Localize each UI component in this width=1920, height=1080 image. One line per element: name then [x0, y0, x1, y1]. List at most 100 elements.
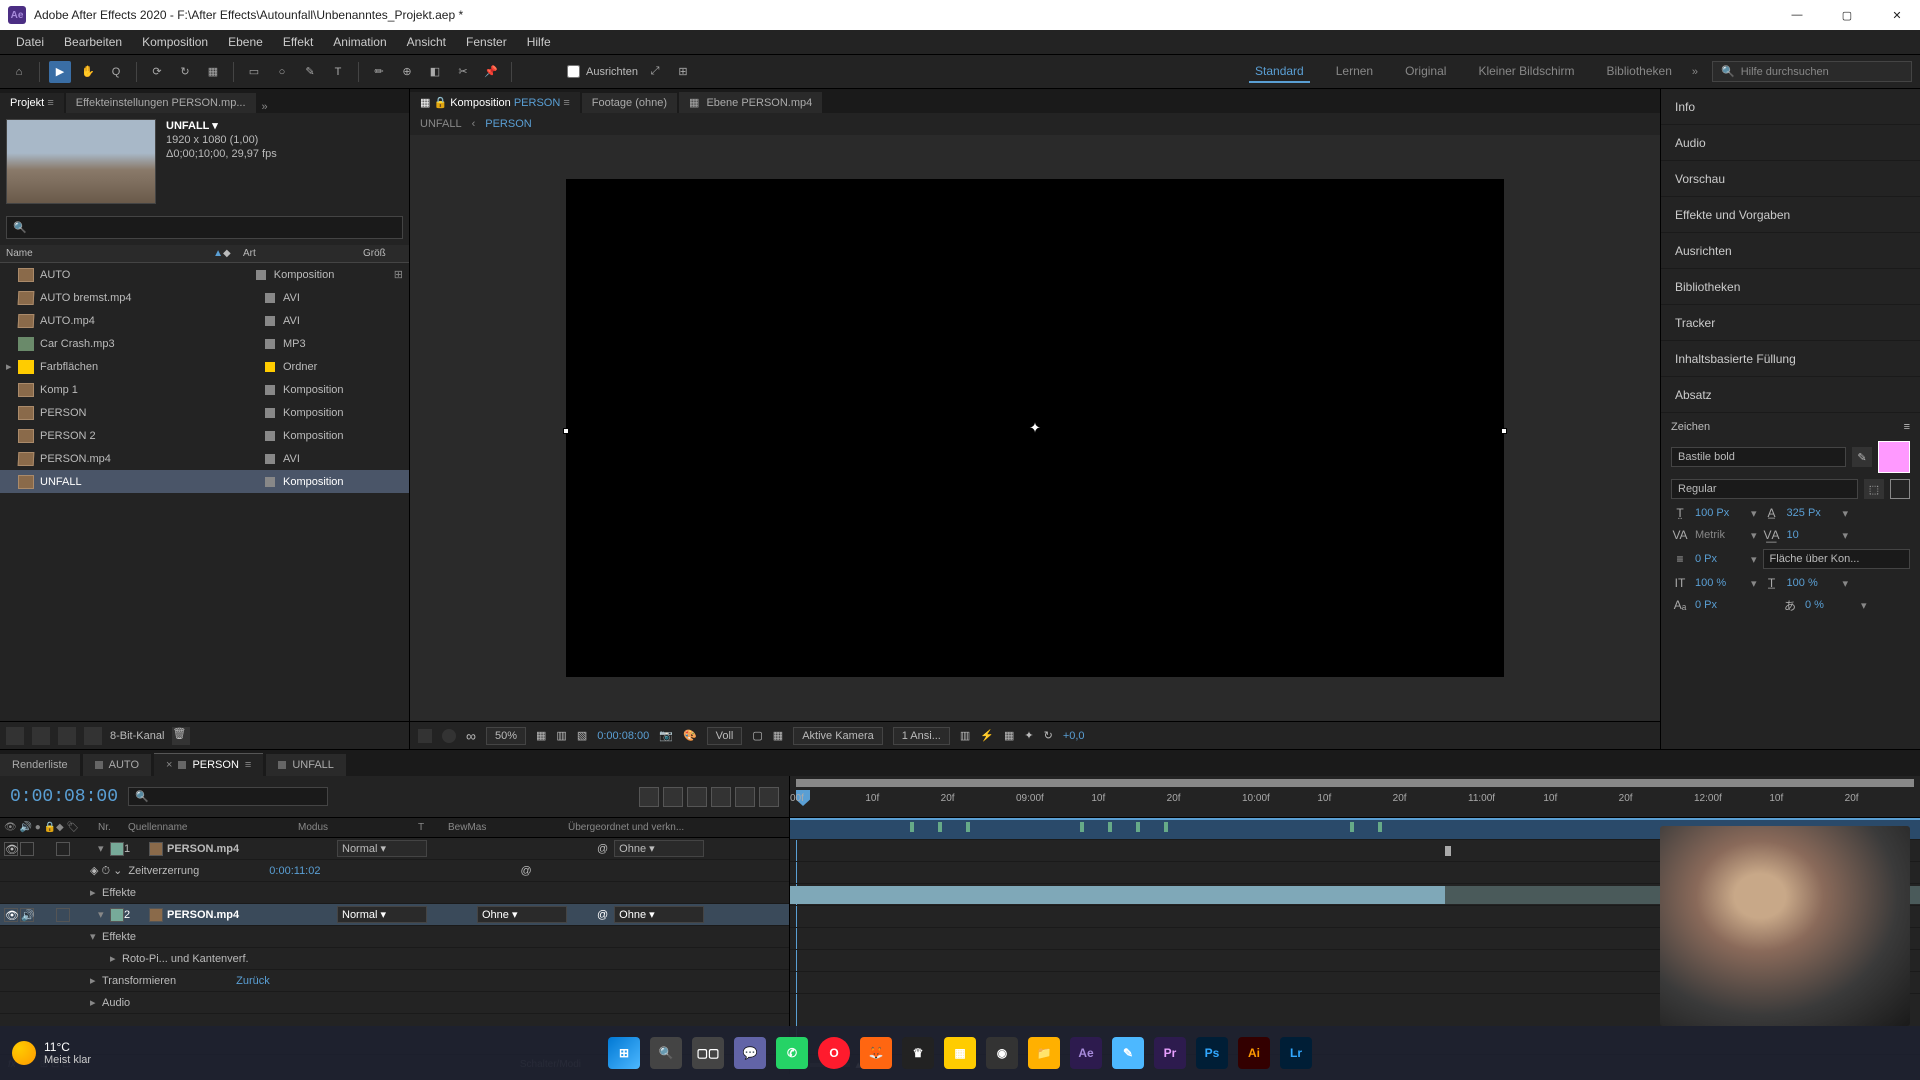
layer-bar-2[interactable] — [790, 886, 1445, 904]
current-time[interactable]: 0:00:08:00 — [10, 787, 118, 807]
maximize-button[interactable]: ▢ — [1832, 9, 1862, 22]
parent-dropdown[interactable]: Ohne ▾ — [614, 840, 704, 857]
panel-effects[interactable]: Effekte und Vorgaben — [1661, 197, 1920, 233]
premiere-button[interactable]: Pr — [1154, 1037, 1186, 1069]
tracking-value[interactable]: 10 — [1787, 529, 1837, 541]
audio-row[interactable]: ▸ Audio — [0, 992, 789, 1014]
timeline-button[interactable]: ▦ — [1004, 729, 1014, 742]
minimize-button[interactable]: — — [1782, 9, 1812, 22]
effects-row-1[interactable]: ▸ Effekte — [0, 882, 789, 904]
new-folder-button[interactable] — [32, 727, 50, 745]
viewer-time[interactable]: 0:00:08:00 — [597, 730, 649, 742]
timeline-search[interactable]: 🔍 — [128, 787, 328, 806]
twirl-icon[interactable]: ▸ — [90, 886, 102, 899]
work-area-bar[interactable] — [796, 779, 1914, 787]
twirl-icon[interactable]: ▾ — [98, 908, 110, 921]
footage-tab[interactable]: Footage (ohne) — [582, 93, 677, 113]
keyframe-marker[interactable] — [1445, 846, 1451, 856]
audio-toggle[interactable]: 🔊 — [20, 908, 34, 922]
col-name-header[interactable]: Name — [6, 248, 213, 259]
swap-colors-button[interactable]: ⬚ — [1864, 479, 1884, 499]
menu-bearbeiten[interactable]: Bearbeiten — [56, 32, 130, 52]
lightroom-button[interactable]: Lr — [1280, 1037, 1312, 1069]
project-item[interactable]: Komp 1Komposition — [0, 378, 409, 401]
composition-thumbnail[interactable] — [6, 119, 156, 204]
panel-paragraph[interactable]: Absatz — [1661, 377, 1920, 413]
timeline-ruler[interactable]: 00f10f20f09:00f10f20f10:00f10f20f11:00f1… — [790, 776, 1920, 818]
menu-komposition[interactable]: Komposition — [134, 32, 216, 52]
puppet-tool[interactable]: 📌 — [480, 61, 502, 83]
app-button-3[interactable]: ✎ — [1112, 1037, 1144, 1069]
flowchart-button[interactable]: ✦ — [1024, 729, 1033, 742]
tl-tab-unfall[interactable]: UNFALL — [266, 754, 346, 776]
help-search[interactable]: 🔍 Hilfe durchsuchen — [1712, 61, 1912, 82]
project-item[interactable]: PERSONKomposition — [0, 401, 409, 424]
time-remap-row[interactable]: ◈ ⏱ ⌄ Zeitverzerrung 0:00:11:02 @ — [0, 860, 789, 882]
blend-mode-dropdown[interactable]: Normal ▾ — [337, 906, 427, 923]
panel-tracker[interactable]: Tracker — [1661, 305, 1920, 341]
solo-toggle[interactable] — [56, 908, 70, 922]
after-effects-button[interactable]: Ae — [1070, 1037, 1102, 1069]
panel-libraries[interactable]: Bibliotheken — [1661, 269, 1920, 305]
workspace-bibliotheken[interactable]: Bibliotheken — [1600, 61, 1677, 83]
tl-tab-render[interactable]: Renderliste — [0, 754, 80, 776]
transparency-button[interactable]: ▦ — [773, 729, 783, 742]
menu-ansicht[interactable]: Ansicht — [399, 32, 454, 52]
channel-button[interactable]: 🎨 — [683, 729, 697, 742]
menu-hilfe[interactable]: Hilfe — [519, 32, 559, 52]
project-item[interactable]: AUTO bremst.mp4AVI — [0, 286, 409, 309]
character-menu-icon[interactable]: ≡ — [1904, 421, 1910, 433]
project-item[interactable]: ▸FarbflächenOrdner — [0, 355, 409, 378]
orbit-tool[interactable]: ⟳ — [146, 61, 168, 83]
reset-exposure-button[interactable]: ↻ — [1044, 729, 1053, 742]
camera-tool[interactable]: ▦ — [202, 61, 224, 83]
stopwatch-icon[interactable]: ◈ ⏱ ⌄ — [90, 864, 122, 878]
panel-content-aware[interactable]: Inhaltsbasierte Füllung — [1661, 341, 1920, 377]
project-search[interactable]: 🔍 — [6, 216, 403, 239]
col-type-header[interactable]: Art — [243, 248, 363, 259]
bpc-label[interactable]: 8-Bit-Kanal — [110, 730, 164, 742]
project-item[interactable]: Car Crash.mp3MP3 — [0, 332, 409, 355]
pixel-aspect-button[interactable]: ▥ — [960, 729, 970, 742]
workspace-original[interactable]: Original — [1399, 61, 1452, 83]
frame-blend-button[interactable] — [687, 787, 707, 807]
snap-tool[interactable]: ⤢ — [644, 61, 666, 83]
flow-current[interactable]: PERSON — [485, 118, 531, 130]
selection-tool[interactable]: ▶ — [49, 61, 71, 83]
project-item[interactable]: PERSON 2Komposition — [0, 424, 409, 447]
exposure-value[interactable]: +0,0 — [1063, 730, 1085, 742]
col-label-header[interactable]: ◆ — [223, 248, 243, 259]
transform-row[interactable]: ▸ Transformieren Zurück — [0, 970, 789, 992]
opera-button[interactable]: O — [818, 1037, 850, 1069]
solo-toggle[interactable] — [56, 842, 70, 856]
snapshot-button[interactable]: 📷 — [659, 729, 673, 742]
font-dropdown[interactable]: Bastile bold — [1671, 447, 1846, 467]
visibility-toggle[interactable]: 👁 — [4, 842, 18, 856]
weather-widget[interactable]: 11°C Meist klar — [12, 1040, 91, 1066]
rotate-tool[interactable]: ↻ — [174, 61, 196, 83]
parent-pick-whip[interactable]: @ — [597, 843, 608, 855]
stroke-value[interactable]: 0 Px — [1695, 553, 1745, 565]
panel-vorschau[interactable]: Vorschau — [1661, 161, 1920, 197]
pen-tool[interactable]: ✎ — [299, 61, 321, 83]
font-size-value[interactable]: 100 Px — [1695, 507, 1745, 519]
home-tool[interactable]: ⌂ — [8, 61, 30, 83]
effects-row-2[interactable]: ▾ Effekte — [0, 926, 789, 948]
project-item[interactable]: AUTO.mp4AVI — [0, 309, 409, 332]
snap-tool-2[interactable]: ⊞ — [672, 61, 694, 83]
comp-button[interactable] — [639, 787, 659, 807]
blend-mode-dropdown[interactable]: Normal ▾ — [337, 840, 427, 857]
brush-tool[interactable]: ✏ — [368, 61, 390, 83]
obs-button[interactable]: ◉ — [986, 1037, 1018, 1069]
effect-controls-tab[interactable]: Effekteinstellungen PERSON.mp... — [66, 93, 256, 113]
project-item[interactable]: UNFALLKomposition — [0, 470, 409, 493]
app-button-2[interactable]: ▦ — [944, 1037, 976, 1069]
comp-name-label[interactable]: UNFALL ▾ — [166, 119, 277, 132]
twirl-icon[interactable]: ▸ — [90, 974, 102, 987]
track-matte-dropdown[interactable]: Ohne ▾ — [477, 906, 567, 923]
project-item[interactable]: AUTOKomposition⊞ — [0, 263, 409, 286]
eraser-tool[interactable]: ◧ — [424, 61, 446, 83]
composition-viewer[interactable]: ✦ — [410, 135, 1660, 721]
hscale-value[interactable]: 100 % — [1787, 577, 1837, 589]
baseline-value[interactable]: 0 Px — [1695, 599, 1745, 611]
